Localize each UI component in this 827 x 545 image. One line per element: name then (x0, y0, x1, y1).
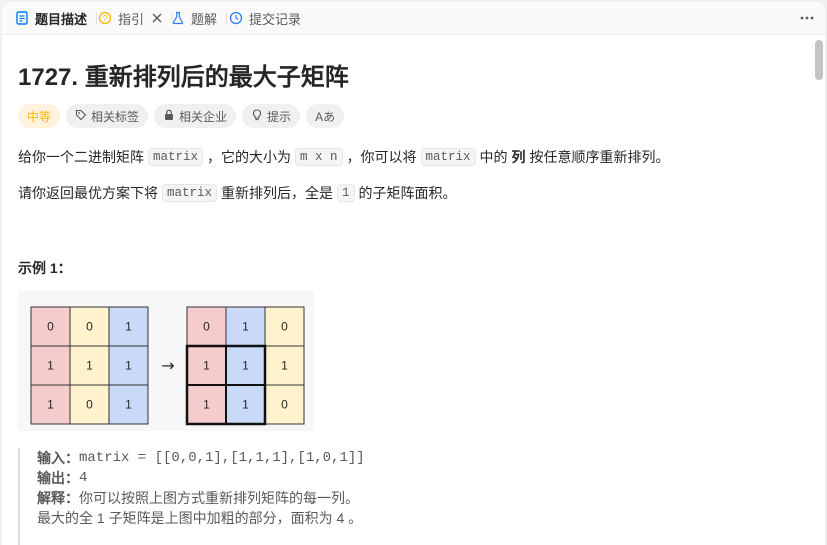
original-matrix-cell-value: 1 (125, 320, 132, 334)
scrollbar[interactable] (815, 40, 823, 545)
text: 重新排列后，全是 (221, 185, 334, 201)
lightbulb-icon (251, 108, 263, 124)
text: ，你可以将 (346, 149, 417, 165)
example-figure: 0 0 1 1 1 1 1 0 1 0 1 0 1 1 1 1 1 0 → (18, 291, 314, 431)
matrix-diagram: 0 0 1 1 1 1 1 0 1 0 1 0 1 1 1 1 1 0 → (30, 306, 305, 426)
hint-label: 提示 (267, 109, 292, 124)
text: ，它的大小为 (207, 149, 292, 165)
related-tags-label: 相关标签 (91, 109, 140, 124)
tab-divider (226, 12, 228, 24)
translate-button[interactable]: Aあ (306, 104, 345, 128)
difficulty-label: 中等 (27, 109, 52, 124)
rearranged-matrix-cell-value: 1 (203, 398, 210, 412)
svg-text:?: ? (103, 14, 108, 23)
rearranged-matrix-cell-value: 1 (242, 398, 249, 412)
rearranged-matrix-cell-value: 0 (203, 320, 210, 334)
example-explanation-2: 最大的全 1 子矩阵是上图中加粗的部分，面积为 4 。 (37, 508, 817, 528)
output-value: 4 (79, 470, 88, 486)
hint-button[interactable]: 提示 (242, 104, 301, 128)
tab-description-label: 题目描述 (35, 11, 88, 27)
text: 给你一个二进制矩阵 (18, 149, 144, 165)
original-matrix-cell-value: 1 (125, 398, 132, 412)
lightbulb-icon: ? (97, 10, 113, 26)
original-matrix-cell-value: 1 (47, 359, 54, 373)
input-value: matrix = [[0,0,1],[1,1,1],[1,0,1]] (79, 450, 365, 466)
inline-code: matrix (148, 148, 204, 166)
original-matrix-cell-value: 0 (47, 320, 54, 334)
example-input: 输入： matrix = [[0,0,1],[1,1,1],[1,0,1]] (37, 448, 817, 468)
tab-bar: 题目描述 ? 指引 题解 提交记录 (2, 2, 825, 35)
original-matrix-cell-value: 0 (86, 320, 93, 334)
related-tags-button[interactable]: 相关标签 (66, 104, 149, 128)
tab-guide[interactable]: ? 指引 (97, 2, 174, 34)
output-label: 输出： (37, 470, 79, 486)
document-icon (14, 10, 30, 26)
text: 中的 (479, 149, 508, 165)
inline-code: matrix (162, 184, 218, 202)
tab-guide-label: 指引 (118, 11, 145, 27)
rearranged-matrix-cell-value: 0 (281, 398, 288, 412)
rearranged-matrix-cell-value: 1 (242, 320, 249, 334)
tab-submissions[interactable]: 提交记录 (228, 2, 301, 34)
original-matrix-cell-value: 1 (47, 398, 54, 412)
scrollbar-thumb[interactable] (815, 40, 823, 80)
rearranged-matrix-cell-value: 1 (242, 359, 249, 373)
explanation-value: 你可以按照上图方式重新排列矩阵的每一列。 (79, 490, 359, 506)
inline-code: 1 (337, 184, 355, 202)
tag-icon (75, 109, 87, 124)
example-explanation: 解释： 你可以按照上图方式重新排列矩阵的每一列。 (37, 488, 817, 508)
lock-icon (163, 109, 175, 124)
text: 按任意顺序重新排列。 (529, 149, 670, 165)
emphasis-text: 列 (511, 149, 526, 165)
description-paragraph-1: 给你一个二进制矩阵 matrix ，它的大小为 m x n ，你可以将 matr… (18, 147, 670, 167)
more-options-icon[interactable] (797, 10, 817, 26)
text: 的子矩阵面积。 (358, 185, 457, 201)
original-matrix-cell-value: 1 (86, 359, 93, 373)
close-icon[interactable] (151, 12, 163, 24)
related-companies-button[interactable]: 相关企业 (154, 104, 237, 128)
original-matrix-cell-value: 0 (86, 398, 93, 412)
tab-solutions-label: 题解 (191, 11, 218, 27)
explanation-value-2: 最大的全 1 子矩阵是上图中加粗的部分，面积为 4 。 (37, 510, 363, 526)
arrow-icon: → (161, 356, 174, 375)
problem-title[interactable]: 1727. 重新排列后的最大子矩阵 (18, 57, 349, 92)
description-paragraph-2: 请你返回最优方案下将 matrix 重新排列后，全是 1 的子矩阵面积。 (18, 183, 457, 203)
tab-description[interactable]: 题目描述 (14, 2, 98, 34)
history-icon (228, 10, 244, 26)
text: 请你返回最优方案下将 (18, 185, 158, 201)
inline-code: m x n (295, 148, 343, 166)
flask-icon (170, 10, 186, 26)
problem-pills: 中等 相关标签 相关企业 提示 Aあ (18, 104, 345, 128)
inline-code: matrix (420, 148, 476, 166)
rearranged-matrix-cell-value: 1 (203, 359, 210, 373)
tab-solutions[interactable]: 题解 (170, 2, 228, 34)
example-title: 示例 1： (18, 260, 72, 276)
example-block: 输入： matrix = [[0,0,1],[1,1,1],[1,0,1]] 输… (18, 448, 817, 545)
explanation-label: 解释： (37, 490, 79, 506)
problem-panel: 题目描述 ? 指引 题解 提交记录 1727. 重新排列后的最大子矩阵 中等 相… (2, 2, 825, 545)
difficulty-badge: 中等 (18, 104, 61, 128)
example-output: 输出： 4 (37, 468, 817, 488)
translate-label: Aあ (315, 109, 336, 124)
original-matrix-cell-value: 1 (125, 359, 132, 373)
rearranged-matrix-cell-value: 0 (281, 320, 288, 334)
input-label: 输入： (37, 450, 79, 466)
related-companies-label: 相关企业 (179, 109, 228, 124)
rearranged-matrix-cell-value: 1 (281, 359, 288, 373)
tab-submissions-label: 提交记录 (249, 11, 302, 27)
